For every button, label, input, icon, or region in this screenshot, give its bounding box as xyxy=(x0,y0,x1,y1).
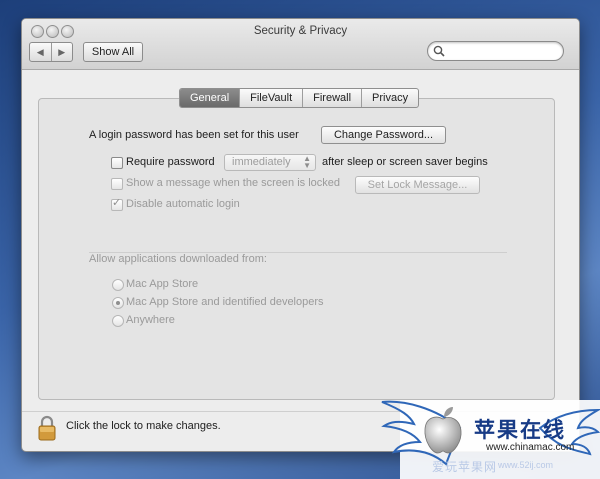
watermark-url: www.chinamac.com xyxy=(486,442,575,453)
watermark-faint-url: www.52ij.com xyxy=(498,460,554,470)
security-privacy-window: Security & Privacy ◀ ▶ Show All General … xyxy=(21,18,580,452)
require-password-suffix: after sleep or screen saver begins xyxy=(322,156,488,168)
require-password-label: Require password xyxy=(126,156,215,168)
radio-mac-app-store[interactable] xyxy=(112,279,124,291)
show-all-button[interactable]: Show All xyxy=(83,42,143,62)
apple-logo-icon xyxy=(424,407,462,454)
padlock-icon[interactable] xyxy=(37,414,57,442)
checkmark-icon: ✓ xyxy=(112,197,122,209)
disable-auto-login-checkbox[interactable]: ✓ xyxy=(111,197,123,211)
radio-identified-developers[interactable] xyxy=(112,297,124,309)
titlebar: Security & Privacy ◀ ▶ Show All xyxy=(22,19,579,70)
tab-privacy[interactable]: Privacy xyxy=(361,89,418,107)
radio-anywhere-label: Anywhere xyxy=(126,314,175,326)
updown-arrows-icon: ▲ ▼ xyxy=(303,154,311,170)
disable-auto-login-label: Disable automatic login xyxy=(126,198,240,210)
login-password-text: A login password has been set for this u… xyxy=(89,129,299,141)
search-icon xyxy=(433,45,445,57)
allow-apps-heading: Allow applications downloaded from: xyxy=(89,253,267,265)
general-pane xyxy=(38,98,555,400)
show-lock-message-label: Show a message when the screen is locked xyxy=(126,177,341,189)
tab-general[interactable]: General xyxy=(180,89,240,107)
search-input[interactable] xyxy=(448,43,558,58)
select-value: immediately xyxy=(232,156,291,168)
radio-mac-app-store-label: Mac App Store xyxy=(126,278,199,290)
radio-anywhere[interactable] xyxy=(112,315,124,327)
tab-bar: General FileVault Firewall Privacy xyxy=(179,88,420,108)
window-title: Security & Privacy xyxy=(253,25,348,37)
radio-selected-dot xyxy=(116,301,120,305)
require-password-delay-select[interactable]: immediately ▲ ▼ xyxy=(224,154,316,171)
change-password-button[interactable]: Change Password... xyxy=(321,126,446,144)
tab-filevault[interactable]: FileVault xyxy=(239,89,302,107)
radio-identified-developers-label: Mac App Store and identified developers xyxy=(126,296,324,308)
tab-firewall[interactable]: Firewall xyxy=(302,89,361,107)
set-lock-message-button[interactable]: Set Lock Message... xyxy=(355,176,480,194)
lock-hint-text: Click the lock to make changes. xyxy=(66,420,221,432)
search-field[interactable] xyxy=(427,41,564,61)
require-password-checkbox[interactable] xyxy=(111,157,123,169)
nav-back-forward: ◀ ▶ xyxy=(29,42,73,62)
show-lock-message-checkbox[interactable] xyxy=(111,178,123,190)
back-arrow-icon[interactable]: ◀ xyxy=(30,43,51,61)
watermark-faint: 爱玩苹果网 xyxy=(432,460,498,474)
watermark-title: 苹果在线 xyxy=(474,419,566,442)
forward-arrow-icon[interactable]: ▶ xyxy=(50,43,73,61)
